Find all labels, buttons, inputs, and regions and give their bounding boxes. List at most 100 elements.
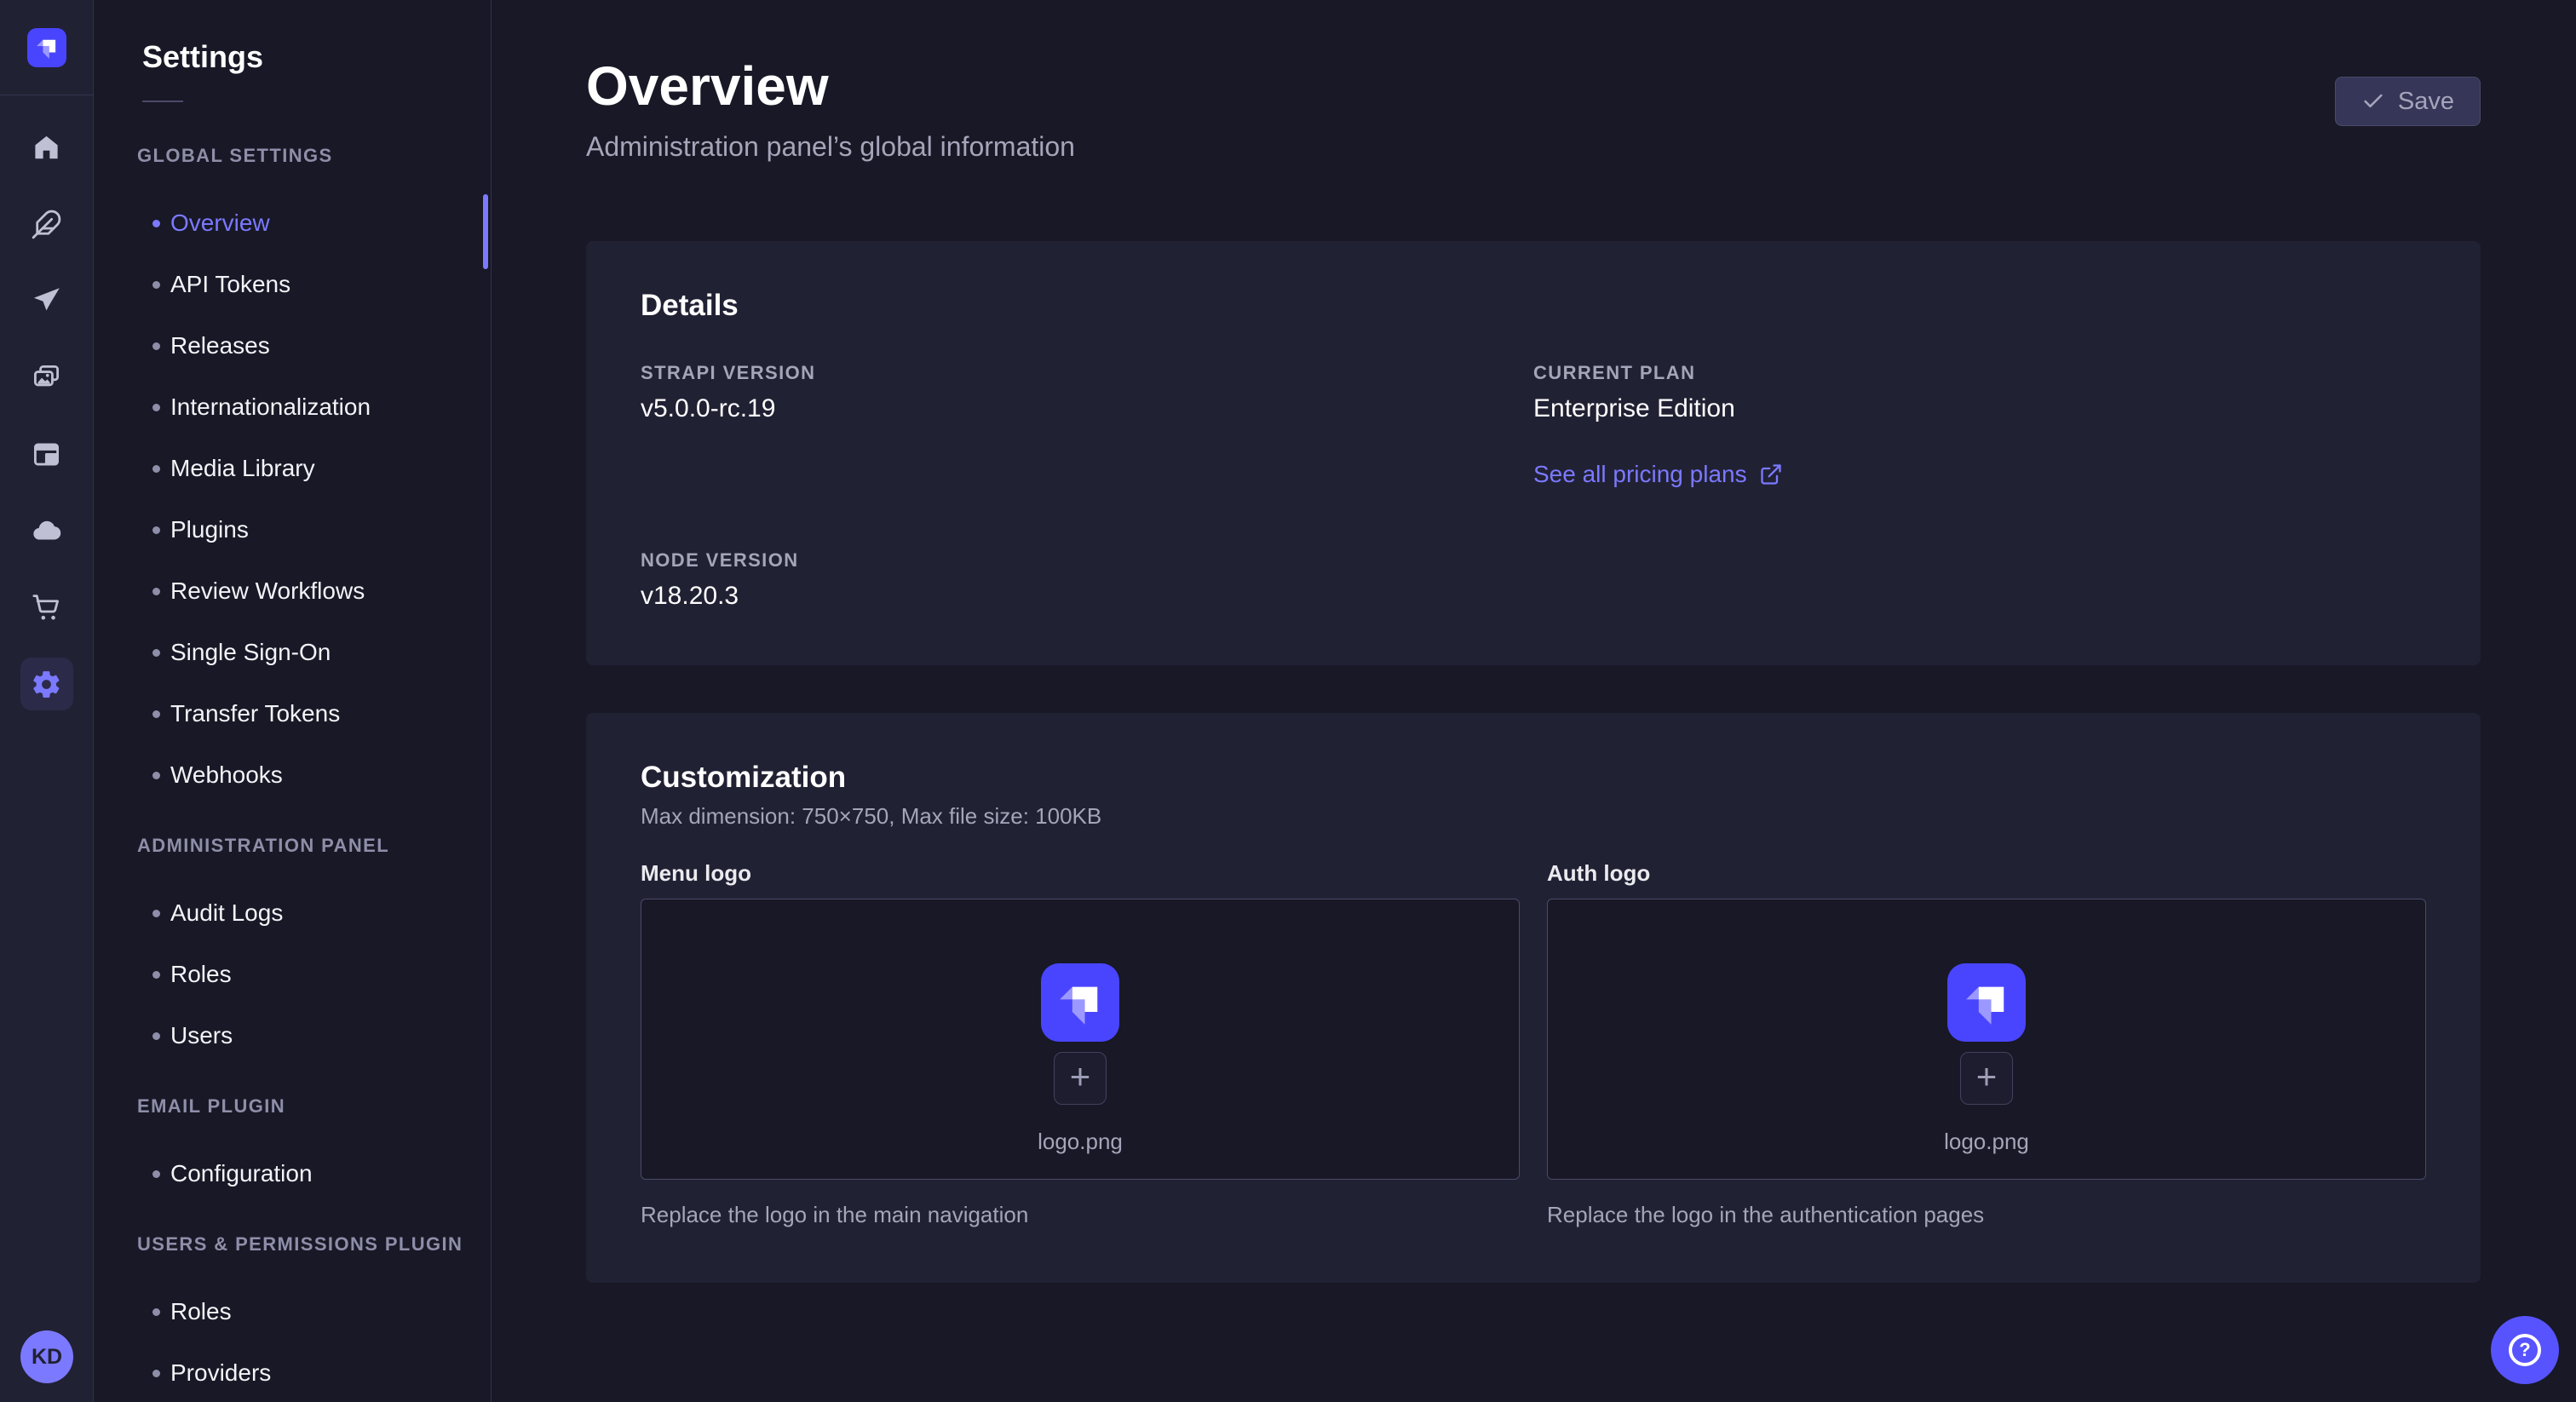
cart-icon [31,592,62,623]
plus-icon: + [1976,1059,1998,1095]
subnav-scrollbar-thumb[interactable] [483,194,488,269]
plus-icon: + [1070,1059,1091,1095]
customization-card-title: Customization [641,761,2426,795]
sidebar-item-home[interactable] [9,109,85,186]
page-title: Overview [586,55,1075,118]
help-button[interactable]: ? [2491,1316,2559,1384]
subnav-item-configuration[interactable]: Configuration [95,1143,491,1204]
user-avatar[interactable]: KD [20,1330,73,1383]
auth-logo-filename: logo.png [1944,1129,2029,1155]
bullet-icon [152,649,160,657]
pricing-plans-link[interactable]: See all pricing plans [1533,461,1783,488]
feather-icon [31,209,62,240]
menu-logo-filename: logo.png [1038,1129,1123,1155]
bullet-icon [152,772,160,779]
subnav-item-users[interactable]: Users [95,1005,491,1066]
menu-logo-upload: Menu logo + logo.png Replace the logo in… [641,860,1520,1228]
save-button[interactable]: Save [2335,77,2481,126]
question-mark-icon: ? [2509,1334,2541,1366]
nav-brand-area [0,0,93,95]
section-label-administration-panel: ADMINISTRATION PANEL [137,835,491,857]
subnav-item-plugins[interactable]: Plugins [95,499,491,560]
current-plan-field: CURRENT PLAN Enterprise Edition See all … [1533,362,2426,488]
bullet-icon [152,342,160,350]
subnav-item-overview[interactable]: Overview [95,192,491,254]
menu-logo-hint: Replace the logo in the main navigation [641,1202,1520,1228]
sidebar-item-cart[interactable] [9,569,85,646]
subnav-item-providers[interactable]: Providers [95,1342,491,1402]
sidebar-item-cloud[interactable] [9,492,85,569]
node-version-field: NODE VERSION v18.20.3 [641,549,1533,611]
email-plugin-list: Configuration [95,1143,491,1204]
gear-icon [31,669,62,700]
subnav-item-webhooks[interactable]: Webhooks [95,744,491,806]
subnav-item-internationalization[interactable]: Internationalization [95,376,491,438]
bullet-icon [152,281,160,289]
section-label-users-permissions-plugin: USERS & PERMISSIONS PLUGIN [137,1233,491,1255]
subnav-item-admin-roles[interactable]: Roles [95,944,491,1005]
strapi-version-field: STRAPI VERSION v5.0.0-rc.19 [641,362,1533,488]
customization-card: Customization Max dimension: 750×750, Ma… [586,713,2481,1283]
bullet-icon [152,1308,160,1316]
home-icon [31,132,62,164]
subnav-item-single-sign-on[interactable]: Single Sign-On [95,622,491,683]
bullet-icon [152,404,160,411]
details-grid-spacer [1533,549,2426,611]
check-icon [2361,89,2385,113]
add-menu-logo-button[interactable]: + [1054,1052,1107,1105]
main-content: Overview Administration panel’s global i… [492,0,2576,1402]
field-label: NODE VERSION [641,549,1533,572]
subnav-item-review-workflows[interactable]: Review Workflows [95,560,491,622]
sidebar-item-paper-plane[interactable] [9,262,85,339]
subnav-item-up-roles[interactable]: Roles [95,1281,491,1342]
field-value: Enterprise Edition [1533,394,2426,423]
pictures-icon [31,362,62,394]
section-label-email-plugin: EMAIL PLUGIN [137,1095,491,1118]
auth-logo-upload: Auth logo + logo.png Replace the logo in… [1547,860,2426,1228]
customization-card-subtitle: Max dimension: 750×750, Max file size: 1… [641,803,2426,830]
section-label-global-settings: GLOBAL SETTINGS [137,145,491,167]
menu-logo-dropzone[interactable]: + logo.png [641,899,1520,1180]
sidebar-item-layout[interactable] [9,416,85,492]
menu-logo-preview [1041,963,1119,1042]
field-label: CURRENT PLAN [1533,362,2426,384]
auth-logo-hint: Replace the logo in the authentication p… [1547,1202,2426,1228]
active-item-highlight [20,658,73,710]
strapi-logo-icon [1947,963,2026,1042]
strapi-logo-button[interactable] [27,28,66,67]
details-card: Details STRAPI VERSION v5.0.0-rc.19 CURR… [586,241,2481,665]
field-value: v18.20.3 [641,582,1533,611]
details-card-title: Details [641,289,2426,323]
bullet-icon [152,1170,160,1178]
page-header-text: Overview Administration panel’s global i… [586,55,1075,163]
page-subtitle: Administration panel’s global informatio… [586,131,1075,163]
cloud-icon [31,515,62,547]
external-link-icon [1759,463,1783,486]
sidebar-item-pictures[interactable] [9,339,85,416]
field-value: v5.0.0-rc.19 [641,394,1533,423]
users-permissions-list: Roles Providers [95,1281,491,1402]
bullet-icon [152,526,160,534]
auth-logo-label: Auth logo [1547,860,2426,887]
strapi-logo-icon [27,28,66,67]
field-label: STRAPI VERSION [641,362,1533,384]
subnav-item-audit-logs[interactable]: Audit Logs [95,882,491,944]
subnav-item-releases[interactable]: Releases [95,315,491,376]
bullet-icon [152,1370,160,1377]
subnav-title: Settings [142,39,491,75]
add-auth-logo-button[interactable]: + [1960,1052,2013,1105]
nav-icon-list [0,95,93,722]
auth-logo-dropzone[interactable]: + logo.png [1547,899,2426,1180]
subnav-item-media-library[interactable]: Media Library [95,438,491,499]
bullet-icon [152,710,160,718]
bullet-icon [152,910,160,917]
strapi-admin-screen: KD Settings GLOBAL SETTINGS Overview API… [0,0,2576,1402]
sidebar-item-feather[interactable] [9,186,85,262]
subnav-item-transfer-tokens[interactable]: Transfer Tokens [95,683,491,744]
details-grid: STRAPI VERSION v5.0.0-rc.19 CURRENT PLAN… [641,362,2426,611]
sidebar-item-gear[interactable] [9,646,85,722]
auth-logo-preview [1947,963,2026,1042]
global-settings-list: Overview API Tokens Releases Internation… [95,192,491,806]
administration-panel-list: Audit Logs Roles Users [95,882,491,1066]
subnav-item-api-tokens[interactable]: API Tokens [95,254,491,315]
